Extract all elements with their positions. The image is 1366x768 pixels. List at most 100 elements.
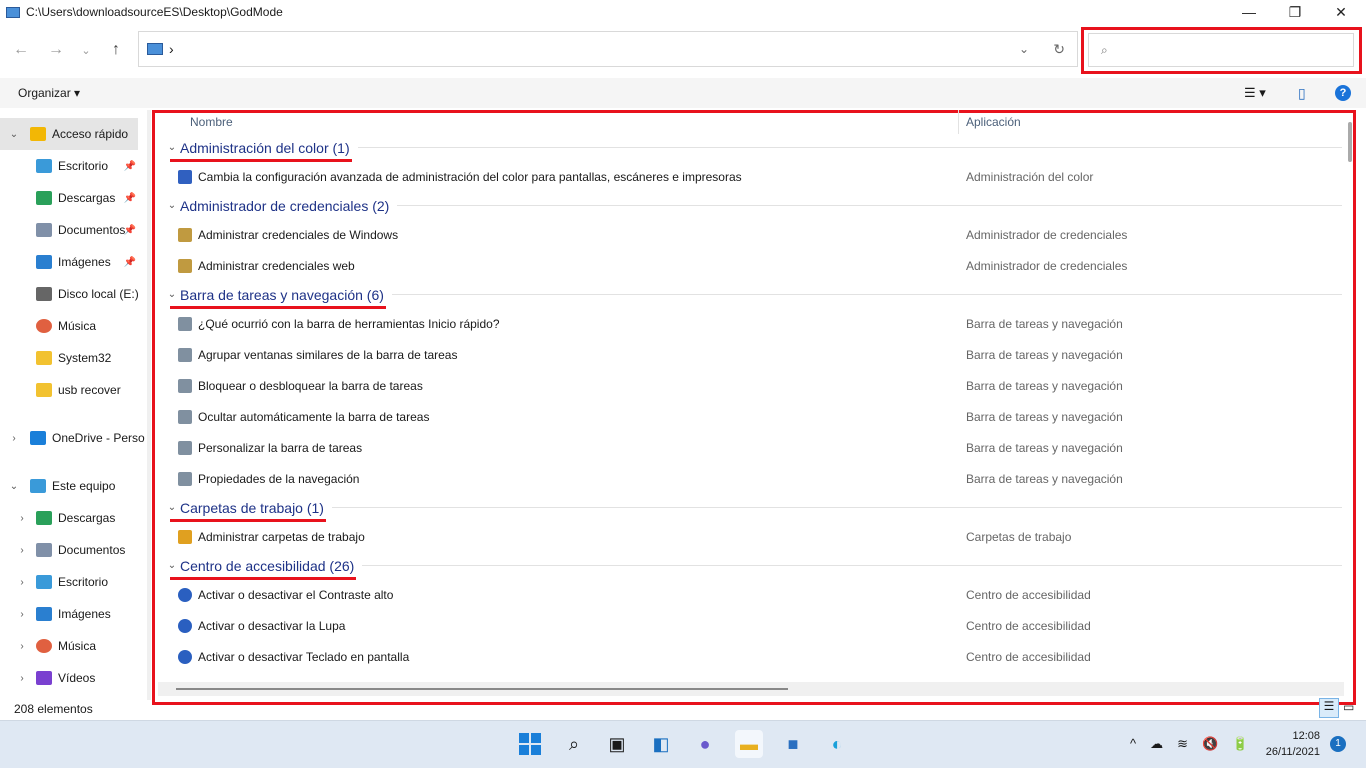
pin-icon[interactable]: 📌 <box>124 161 136 172</box>
list-item[interactable]: ¿Qué ocurrió con la barra de herramienta… <box>160 308 1342 339</box>
address-bar[interactable]: › ⌄ ↻ <box>138 31 1078 67</box>
chevron-down-icon[interactable]: ⌄ <box>164 560 180 571</box>
chevron-down-icon[interactable]: ⌄ <box>164 142 180 153</box>
organize-button[interactable]: Organizar ▾ <box>18 86 80 100</box>
list-item[interactable]: Activar o desactivar el Contraste alto Ce… <box>160 579 1342 610</box>
start-icon[interactable] <box>516 730 544 758</box>
notification-badge[interactable]: 1 <box>1330 736 1346 752</box>
sidebar-item[interactable]: usb recover <box>0 374 146 406</box>
chevron-right-icon[interactable]: › <box>14 545 30 556</box>
details-view-button[interactable]: ☰ <box>1319 698 1339 718</box>
sidebar-item[interactable]: › Música <box>0 630 146 662</box>
sidebar-item[interactable]: › Descargas <box>0 502 146 534</box>
search-taskbar-icon[interactable]: ⌕ <box>560 730 588 758</box>
breadcrumb-separator[interactable]: › <box>169 41 174 57</box>
sidebar-item[interactable]: System32 <box>0 342 146 374</box>
clock[interactable]: 12:08 26/11/2021 <box>1250 728 1320 760</box>
list-item[interactable]: Bloquear o desbloquear la barra de tarea… <box>160 370 1342 401</box>
sidebar-item[interactable]: Música <box>0 310 146 342</box>
sidebar-item[interactable]: Disco local (E:) <box>0 278 146 310</box>
group-header[interactable]: ⌄ Administración del color (1) <box>160 134 1342 162</box>
chevron-right-icon[interactable]: › <box>14 609 30 620</box>
chat-icon[interactable]: ● <box>691 730 719 758</box>
preview-pane-button[interactable]: ▯ <box>1298 85 1306 102</box>
taskbar-icon <box>178 378 192 393</box>
sidebar-item[interactable]: › Imágenes <box>0 598 146 630</box>
chevron-down-icon[interactable]: ⌄ <box>6 129 22 140</box>
sidebar-item[interactable]: › Escritorio <box>0 566 146 598</box>
forward-button[interactable]: → <box>44 38 68 62</box>
chevron-right-icon[interactable]: › <box>14 513 30 524</box>
battery-icon[interactable]: 🔋 <box>1232 736 1248 752</box>
widgets-icon[interactable]: ◧ <box>647 730 675 758</box>
list-item[interactable]: Administrar credenciales de Windows Admin… <box>160 219 1342 250</box>
group-header[interactable]: ⌄ Centro de accesibilidad (26) <box>160 552 1342 580</box>
wifi-icon[interactable]: ≋ <box>1177 736 1188 752</box>
sidebar-scrollbar[interactable] <box>147 110 151 700</box>
volume-muted-icon[interactable]: 🔇 <box>1202 736 1218 752</box>
chevron-right-icon[interactable]: › <box>14 641 30 652</box>
sidebar-item[interactable]: › Vídeos <box>0 662 146 694</box>
up-button[interactable]: ↑ <box>104 38 128 62</box>
chevron-down-icon[interactable]: ⌄ <box>164 200 180 211</box>
view-options-button[interactable]: ☰ ▾ <box>1244 85 1266 101</box>
close-button[interactable]: ✕ <box>1318 0 1364 24</box>
chevron-right-icon[interactable]: › <box>14 577 30 588</box>
sidebar-item[interactable]: › OneDrive - Perso <box>0 422 146 454</box>
image-icon <box>36 255 52 269</box>
task-view-icon[interactable]: ▣ <box>603 730 631 758</box>
horizontal-scrollbar[interactable] <box>158 682 1344 696</box>
chevron-right-icon[interactable]: › <box>14 673 30 684</box>
list-item[interactable]: Propiedades de la navegación Barra de tar… <box>160 463 1342 494</box>
list-item[interactable]: Agrupar ventanas similares de la barra d… <box>160 339 1342 370</box>
list-item[interactable]: Administrar credenciales web Administrado… <box>160 250 1342 281</box>
sidebar-item[interactable]: Descargas 📌 <box>0 182 146 214</box>
onedrive-icon[interactable]: ☁ <box>1150 736 1163 752</box>
pin-icon[interactable]: 📌 <box>124 225 136 236</box>
search-input[interactable]: ⌕ <box>1088 33 1354 67</box>
file-explorer-icon[interactable]: ▬ <box>735 730 763 758</box>
refresh-button[interactable]: ↻ <box>1053 41 1065 58</box>
sidebar-item[interactable]: › Documentos <box>0 534 146 566</box>
address-dropdown[interactable]: ⌄ <box>1019 42 1029 56</box>
sidebar-item[interactable]: Escritorio 📌 <box>0 150 146 182</box>
sidebar-item[interactable]: ⌄ Este equipo <box>0 470 146 502</box>
sidebar-item[interactable]: Documentos 📌 <box>0 214 146 246</box>
list-item[interactable]: Personalizar la barra de tareas Barra de … <box>160 432 1342 463</box>
help-button[interactable]: ? <box>1335 85 1351 101</box>
vertical-scrollbar[interactable] <box>1346 112 1356 692</box>
group-header[interactable]: ⌄ Administrador de credenciales (2) <box>160 192 1342 219</box>
pin-icon[interactable]: 📌 <box>124 193 136 204</box>
maximize-button[interactable]: ❐ <box>1272 0 1318 24</box>
item-app: Barra de tareas y navegación <box>966 440 1123 455</box>
column-app[interactable]: Aplicación <box>966 115 1021 129</box>
chevron-up-icon[interactable]: ^ <box>1130 736 1136 752</box>
pin-icon[interactable]: 📌 <box>124 257 136 268</box>
group-header[interactable]: ⌄ Carpetas de trabajo (1) <box>160 494 1342 522</box>
chevron-right-icon[interactable]: › <box>6 433 22 444</box>
sidebar-item-label: System32 <box>58 351 112 365</box>
sidebar-item-label: Música <box>58 639 97 653</box>
minimize-button[interactable]: — <box>1226 0 1272 24</box>
list-item[interactable]: Activar o desactivar Teclado en pantalla… <box>160 641 1342 672</box>
chevron-down-icon[interactable]: ⌄ <box>6 481 22 492</box>
list-item[interactable]: Ocultar automáticamente la barra de tare… <box>160 401 1342 432</box>
sidebar-item-label: Escritorio <box>58 575 109 589</box>
group-divider <box>362 565 1342 566</box>
sidebar-item[interactable]: ⌄ Acceso rápido <box>0 118 138 150</box>
group-header[interactable]: ⌄ Barra de tareas y navegación (6) <box>160 281 1342 309</box>
sidebar-item[interactable]: Imágenes 📌 <box>0 246 146 278</box>
back-button[interactable]: ← <box>9 38 33 62</box>
chevron-down-icon[interactable]: ⌄ <box>164 289 180 300</box>
edge-icon[interactable]: ◐ <box>823 730 851 758</box>
chevron-down-icon[interactable]: ⌄ <box>164 502 180 513</box>
column-name[interactable]: Nombre <box>190 115 233 129</box>
recent-locations-button[interactable]: ⌄ <box>74 38 98 62</box>
store-icon[interactable]: ■ <box>779 730 807 758</box>
sidebar-item[interactable]: ›Disco local (C:) <box>0 694 146 700</box>
list-item[interactable]: Administrar carpetas de trabajo Carpetas … <box>160 521 1342 552</box>
list-item[interactable]: Activar o desactivar la Lupa Centro de ac… <box>160 610 1342 641</box>
list-item[interactable]: Cambia la configuración avanzada de admi… <box>160 161 1342 192</box>
pc-icon <box>30 479 46 493</box>
large-icons-view-button[interactable]: ▭ <box>1343 700 1354 714</box>
